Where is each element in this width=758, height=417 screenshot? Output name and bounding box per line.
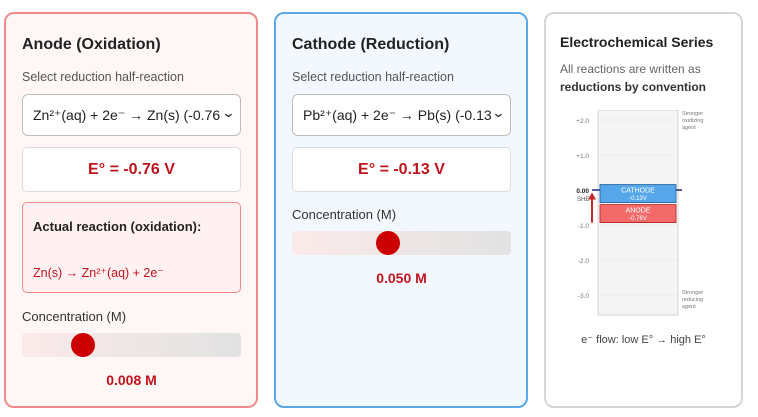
- anode-concentration-slider[interactable]: [22, 333, 241, 357]
- tick-label: -1.0: [578, 223, 590, 230]
- cathode-panel: Cathode (Reduction) Select reduction hal…: [274, 12, 528, 408]
- tick-label: 0.00: [576, 188, 589, 195]
- actual-reaction-title: Actual reaction (oxidation):: [33, 219, 202, 234]
- reducing-note: Stronger: [682, 290, 703, 296]
- chevron-down-icon: ⌄: [221, 105, 236, 120]
- electron-flow-note: e⁻ flow: low E° → high E°: [581, 334, 706, 346]
- reducing-note: agent: [682, 304, 696, 310]
- tick-label: -2.0: [578, 258, 590, 265]
- oxidizing-note: Stronger: [682, 111, 703, 117]
- oxidizing-note: agent: [682, 125, 696, 131]
- anode-slider-thumb[interactable]: [71, 333, 95, 357]
- tick-label: -3.0: [578, 293, 590, 300]
- anode-panel: Anode (Oxidation) Select reduction half-…: [4, 12, 258, 408]
- series-desc-line: All reactions are written as: [560, 62, 701, 76]
- anode-select-label: Select reduction half-reaction: [22, 70, 184, 84]
- tick-label: +1.0: [576, 153, 589, 160]
- cathode-slider-thumb[interactable]: [376, 231, 400, 255]
- cathode-marker-value: -0.13V: [629, 196, 647, 202]
- cathode-title: Cathode (Reduction): [292, 36, 450, 53]
- anode-marker-label: ANODE: [626, 208, 651, 215]
- anode-potential: E° = -0.76 V: [22, 147, 241, 192]
- anode-select-value: Zn²⁺(aq) + 2e⁻ → Zn(s) (-0.76 V): [33, 107, 223, 123]
- cathode-concentration-slider[interactable]: [292, 231, 511, 255]
- actual-reaction-box: Actual reaction (oxidation): Zn(s) → Zn²…: [22, 202, 241, 293]
- series-desc-bold: reductions by convention: [560, 80, 707, 94]
- electrochemical-series-panel: Electrochemical Series All reactions are…: [544, 12, 743, 408]
- anode-concentration-label: Concentration (M): [22, 309, 127, 324]
- cathode-concentration-value: 0.050 M: [376, 270, 427, 286]
- cathode-select-value: Pb²⁺(aq) + 2e⁻ → Pb(s) (-0.13 V): [303, 107, 493, 123]
- anode-title: Anode (Oxidation): [22, 36, 161, 53]
- cathode-concentration-label: Concentration (M): [292, 207, 397, 222]
- tick-label: +2.0: [576, 118, 589, 125]
- anode-marker-value: -0.76V: [629, 216, 647, 222]
- she-label: SHE: [577, 197, 589, 203]
- series-description: All reactions are written as reductions …: [560, 60, 732, 96]
- actual-reaction-equation: Zn(s) → Zn²⁺(aq) + 2e⁻: [33, 266, 164, 280]
- chevron-down-icon: ⌄: [491, 105, 506, 120]
- anode-concentration-value: 0.008 M: [106, 372, 157, 388]
- oxidizing-note: oxidizing: [682, 118, 703, 124]
- cathode-reaction-select[interactable]: Pb²⁺(aq) + 2e⁻ → Pb(s) (-0.13 V) ⌄: [292, 94, 511, 136]
- cathode-select-label: Select reduction half-reaction: [292, 70, 454, 84]
- cathode-marker-label: CATHODE: [621, 188, 655, 195]
- cathode-potential: E° = -0.13 V: [292, 147, 511, 192]
- reducing-note: reducing: [682, 297, 703, 303]
- electrochemical-series-diagram: +2.0 +1.0 0.00 -1.0 -2.0 -3.0 SHE CATHODE-0.13V…: [576, 110, 703, 316]
- series-title: Electrochemical Series: [560, 34, 714, 50]
- anode-reaction-select[interactable]: Zn²⁺(aq) + 2e⁻ → Zn(s) (-0.76 V) ⌄: [22, 94, 241, 136]
